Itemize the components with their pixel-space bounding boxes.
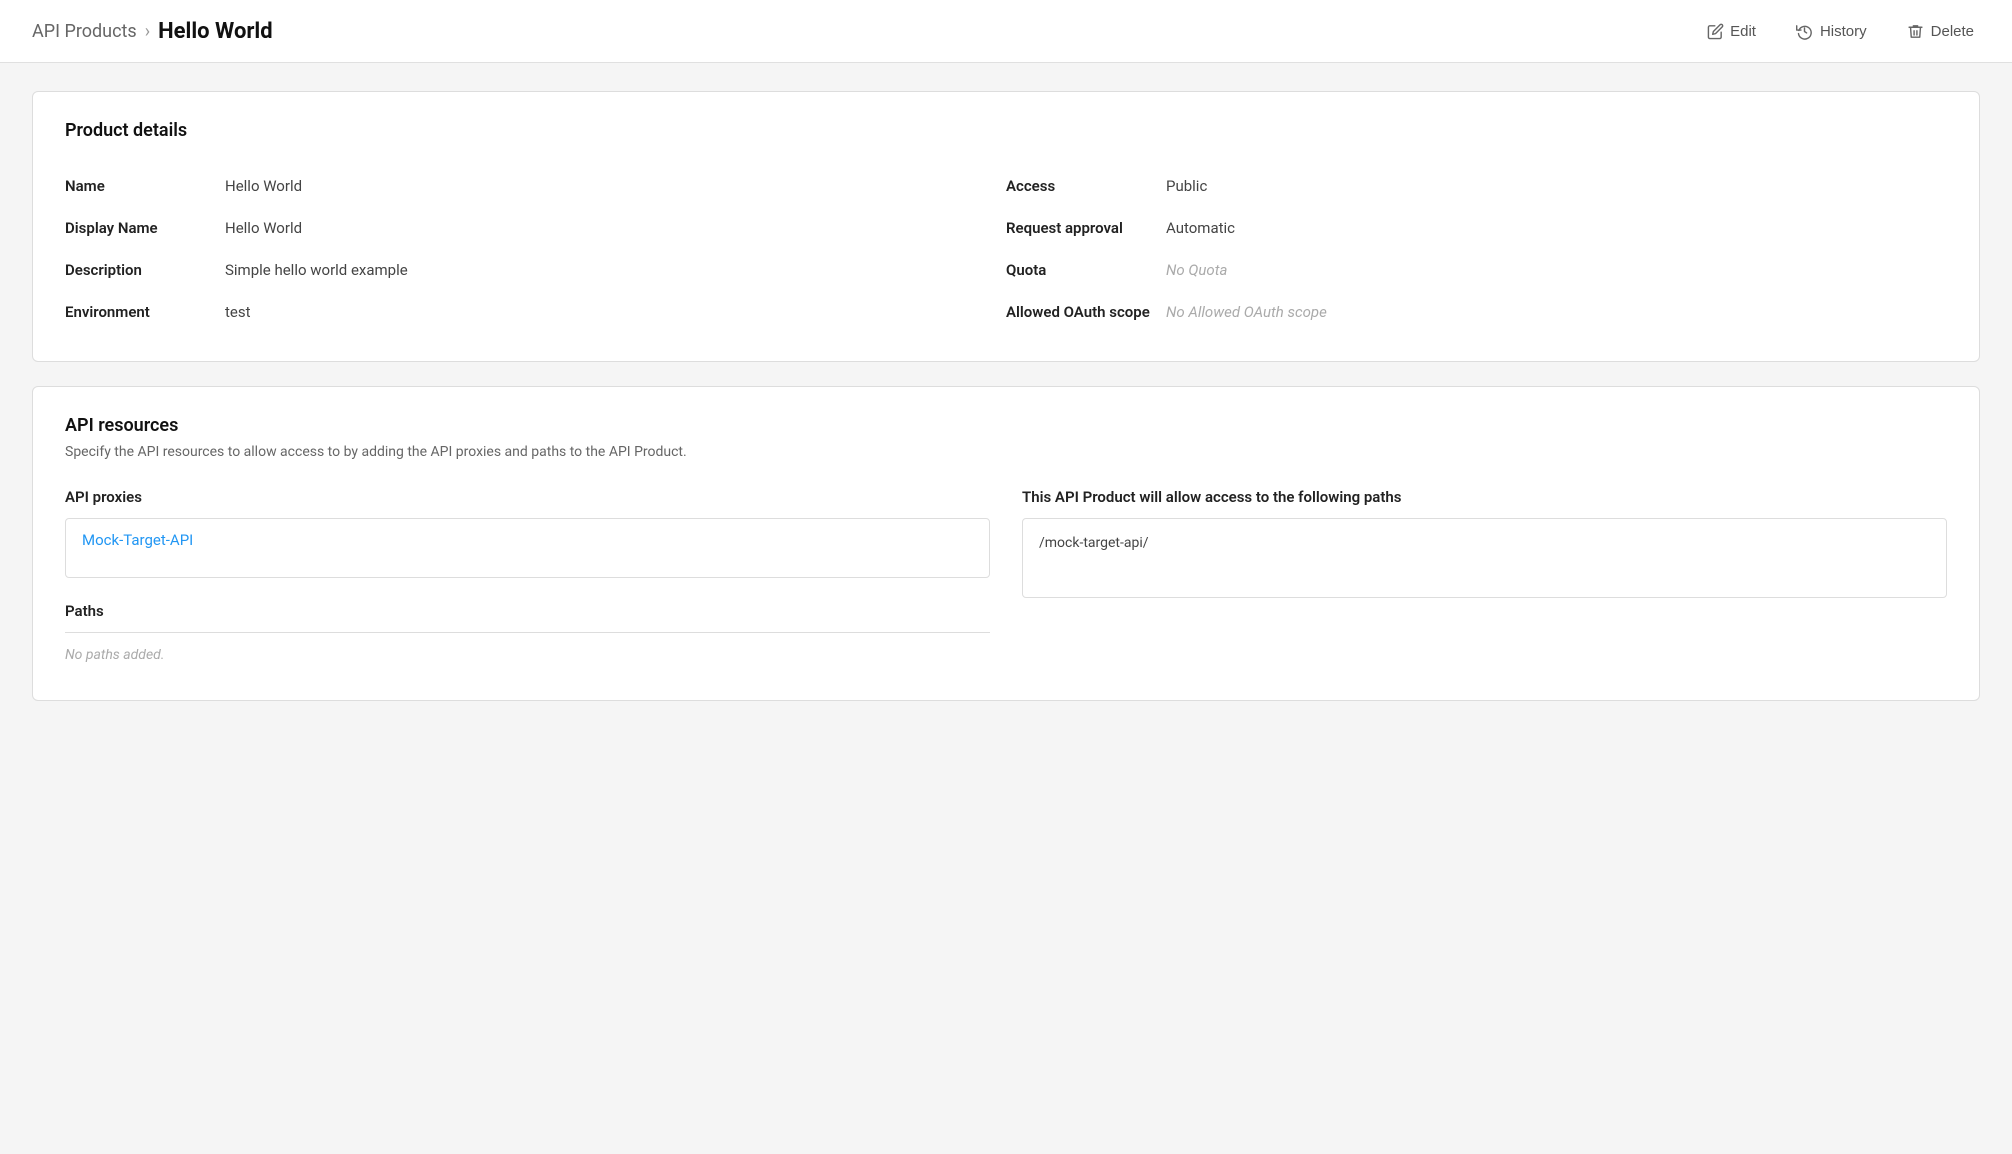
paths-list: No paths added. [65, 632, 990, 672]
details-right-col: Access Public Request approval Automatic… [1006, 165, 1947, 333]
detail-value-oauth-scope: No Allowed OAuth scope [1166, 303, 1327, 321]
detail-value-name: Hello World [225, 177, 302, 195]
history-label: History [1820, 23, 1867, 40]
detail-value-quota: No Quota [1166, 261, 1227, 279]
detail-row-request-approval: Request approval Automatic [1006, 207, 1947, 249]
details-grid: Name Hello World Display Name Hello Worl… [65, 165, 1947, 333]
detail-row-display-name: Display Name Hello World [65, 207, 1006, 249]
product-details-card: Product details Name Hello World Display… [32, 91, 1980, 362]
no-paths-text: No paths added. [65, 647, 164, 663]
details-left-col: Name Hello World Display Name Hello Worl… [65, 165, 1006, 333]
page-header: API Products › Hello World Edit History [0, 0, 2012, 63]
delete-icon [1907, 22, 1925, 40]
product-details-title: Product details [65, 120, 1947, 141]
detail-label-request-approval: Request approval [1006, 219, 1166, 237]
api-proxies-label: API proxies [65, 488, 990, 506]
detail-label-description: Description [65, 261, 225, 279]
edit-label: Edit [1730, 23, 1756, 40]
breadcrumb-separator: › [145, 21, 150, 42]
edit-icon [1706, 22, 1724, 40]
detail-label-environment: Environment [65, 303, 225, 321]
detail-value-display-name: Hello World [225, 219, 302, 237]
paths-section: Paths No paths added. [65, 602, 990, 672]
proxy-item-mock-target[interactable]: Mock-Target-API [66, 519, 989, 561]
detail-label-display-name: Display Name [65, 219, 225, 237]
api-resources-card: API resources Specify the API resources … [32, 386, 1980, 701]
breadcrumb: API Products › Hello World [32, 19, 273, 44]
paths-preview-box: /mock-target-api/ [1022, 518, 1947, 598]
paths-label: Paths [65, 602, 990, 620]
detail-label-quota: Quota [1006, 261, 1166, 279]
proxy-list: Mock-Target-API [65, 518, 990, 578]
paths-preview-item: /mock-target-api/ [1039, 535, 1930, 551]
detail-row-quota: Quota No Quota [1006, 249, 1947, 291]
detail-value-description: Simple hello world example [225, 261, 408, 279]
detail-label-access: Access [1006, 177, 1166, 195]
detail-label-name: Name [65, 177, 225, 195]
history-button[interactable]: History [1790, 18, 1873, 44]
detail-label-oauth-scope: Allowed OAuth scope [1006, 303, 1166, 321]
detail-row-description: Description Simple hello world example [65, 249, 1006, 291]
header-actions: Edit History Del [1700, 18, 1980, 44]
detail-value-access: Public [1166, 177, 1207, 195]
main-content: Product details Name Hello World Display… [0, 63, 2012, 729]
detail-row-oauth-scope: Allowed OAuth scope No Allowed OAuth sco… [1006, 291, 1947, 333]
breadcrumb-parent[interactable]: API Products [32, 21, 137, 42]
breadcrumb-current: Hello World [158, 19, 273, 44]
api-resources-layout: API proxies Mock-Target-API Paths No pat… [65, 488, 1947, 672]
paths-preview-label: This API Product will allow access to th… [1022, 488, 1947, 506]
detail-row-name: Name Hello World [65, 165, 1006, 207]
detail-value-environment: test [225, 303, 251, 321]
edit-button[interactable]: Edit [1700, 18, 1762, 44]
detail-row-access: Access Public [1006, 165, 1947, 207]
api-resources-subtitle: Specify the API resources to allow acces… [65, 444, 1947, 460]
detail-value-request-approval: Automatic [1166, 219, 1235, 237]
api-resources-right: This API Product will allow access to th… [1022, 488, 1947, 672]
delete-button[interactable]: Delete [1901, 18, 1980, 44]
history-icon [1796, 22, 1814, 40]
delete-label: Delete [1931, 23, 1974, 40]
api-resources-title: API resources [65, 415, 1947, 436]
api-resources-left: API proxies Mock-Target-API Paths No pat… [65, 488, 990, 672]
detail-row-environment: Environment test [65, 291, 1006, 333]
